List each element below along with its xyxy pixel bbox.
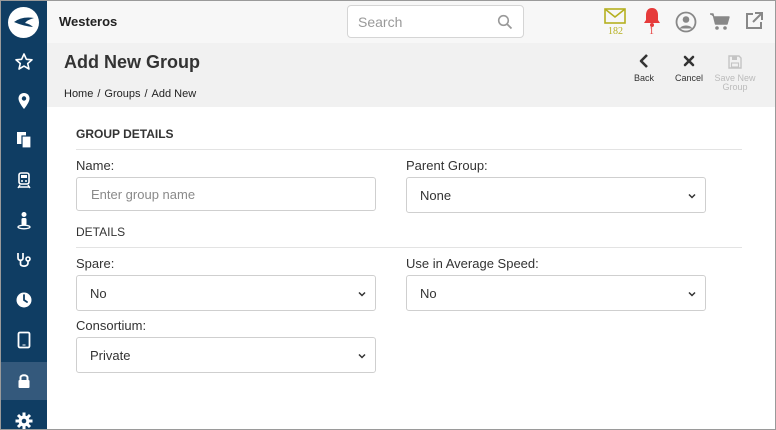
spare-select[interactable]: No	[76, 275, 376, 311]
mail-icon	[604, 8, 626, 24]
top-bar: Westeros 182 1	[47, 1, 775, 43]
name-field[interactable]	[76, 177, 376, 211]
mail-notifications[interactable]: 182	[604, 7, 626, 37]
parent-group-value: None	[420, 188, 452, 203]
user-avatar-icon	[675, 11, 697, 33]
chevron-down-icon	[688, 291, 696, 297]
sidebar-item-documents[interactable]	[1, 121, 47, 159]
stethoscope-icon	[17, 253, 31, 267]
average-speed-select[interactable]: No	[406, 275, 706, 311]
close-icon	[683, 55, 695, 67]
page-header: Add New Group Home / Groups / Add New Ba…	[47, 43, 775, 107]
consortium-label: Consortium:	[76, 318, 147, 333]
breadcrumb: Home / Groups / Add New	[64, 88, 196, 100]
average-speed-value: No	[420, 286, 437, 301]
app-window: Westeros 182 1 Add New Group Home	[0, 0, 776, 430]
tablet-icon	[17, 331, 31, 349]
app-title: Westeros	[59, 14, 118, 29]
average-speed-label: Use in Average Speed:	[406, 256, 539, 271]
name-input[interactable]	[91, 187, 361, 202]
breadcrumb-current: Add New	[151, 88, 197, 100]
back-label: Back	[633, 73, 654, 83]
sidebar-item-locations[interactable]	[1, 82, 47, 120]
breadcrumb-separator: /	[97, 88, 101, 100]
group-form-card: GROUP DETAILS Name: Parent Group: None D…	[47, 107, 775, 429]
spare-label: Spare:	[76, 256, 115, 271]
details-heading: DETAILS	[76, 225, 126, 239]
breadcrumb-groups[interactable]: Groups	[104, 88, 140, 100]
alert-notifications[interactable]: 1	[641, 6, 663, 37]
star-icon	[15, 53, 33, 70]
cancel-label: Cancel	[674, 73, 703, 83]
external-link-icon	[746, 12, 763, 29]
name-label: Name:	[76, 158, 115, 173]
alert-count-badge: 1	[649, 26, 654, 37]
page-title: Add New Group	[64, 52, 200, 72]
sidebar-item-health[interactable]	[1, 241, 47, 279]
save-label-line2: Group	[722, 82, 748, 92]
sidebar-item-devices[interactable]	[1, 321, 47, 359]
search-input[interactable]	[358, 14, 488, 30]
chevron-left-icon	[639, 54, 648, 68]
spare-value: No	[90, 286, 107, 301]
back-button[interactable]: Back	[622, 53, 666, 83]
external-link-button[interactable]	[744, 11, 764, 36]
sidebar-item-settings[interactable]	[1, 402, 47, 429]
mail-count-badge: 182	[608, 26, 623, 37]
consortium-value: Private	[90, 348, 131, 363]
save-new-group-button[interactable]: Save New Group	[713, 54, 757, 92]
breadcrumb-separator: /	[144, 88, 148, 100]
save-disk-icon	[728, 55, 742, 69]
main-content: Add New Group Home / Groups / Add New Ba…	[47, 43, 775, 429]
sidebar-item-history[interactable]	[1, 281, 47, 319]
bell-icon	[644, 8, 660, 27]
documents-icon	[17, 132, 32, 149]
search-icon[interactable]	[497, 14, 513, 30]
sidebar-item-security[interactable]	[1, 362, 47, 400]
breadcrumb-home[interactable]: Home	[64, 88, 93, 100]
clock-icon	[16, 292, 32, 308]
shopping-cart-icon	[710, 13, 730, 30]
chevron-down-icon	[358, 291, 366, 297]
gear-icon	[15, 412, 33, 429]
train-icon	[17, 172, 31, 189]
sidebar	[1, 1, 47, 429]
sidebar-item-people[interactable]	[1, 201, 47, 239]
divider	[76, 149, 742, 150]
cancel-button[interactable]: Cancel	[667, 53, 711, 83]
sidebar-item-favorites[interactable]	[1, 43, 47, 81]
parent-group-select[interactable]: None	[406, 177, 706, 213]
user-menu[interactable]	[675, 11, 697, 38]
chevron-down-icon	[358, 353, 366, 359]
chevron-down-icon	[688, 193, 696, 199]
consortium-select[interactable]: Private	[76, 337, 376, 373]
logo-bird-icon	[14, 17, 34, 27]
app-logo[interactable]	[8, 7, 39, 38]
sidebar-item-trains[interactable]	[1, 161, 47, 199]
parent-group-label: Parent Group:	[406, 158, 488, 173]
person-pin-icon	[17, 212, 31, 230]
divider	[76, 247, 742, 248]
search-box[interactable]	[347, 5, 524, 38]
group-details-heading: GROUP DETAILS	[76, 127, 174, 141]
cart-button[interactable]	[709, 12, 731, 37]
map-pin-icon	[18, 93, 30, 109]
lock-icon	[18, 374, 30, 388]
